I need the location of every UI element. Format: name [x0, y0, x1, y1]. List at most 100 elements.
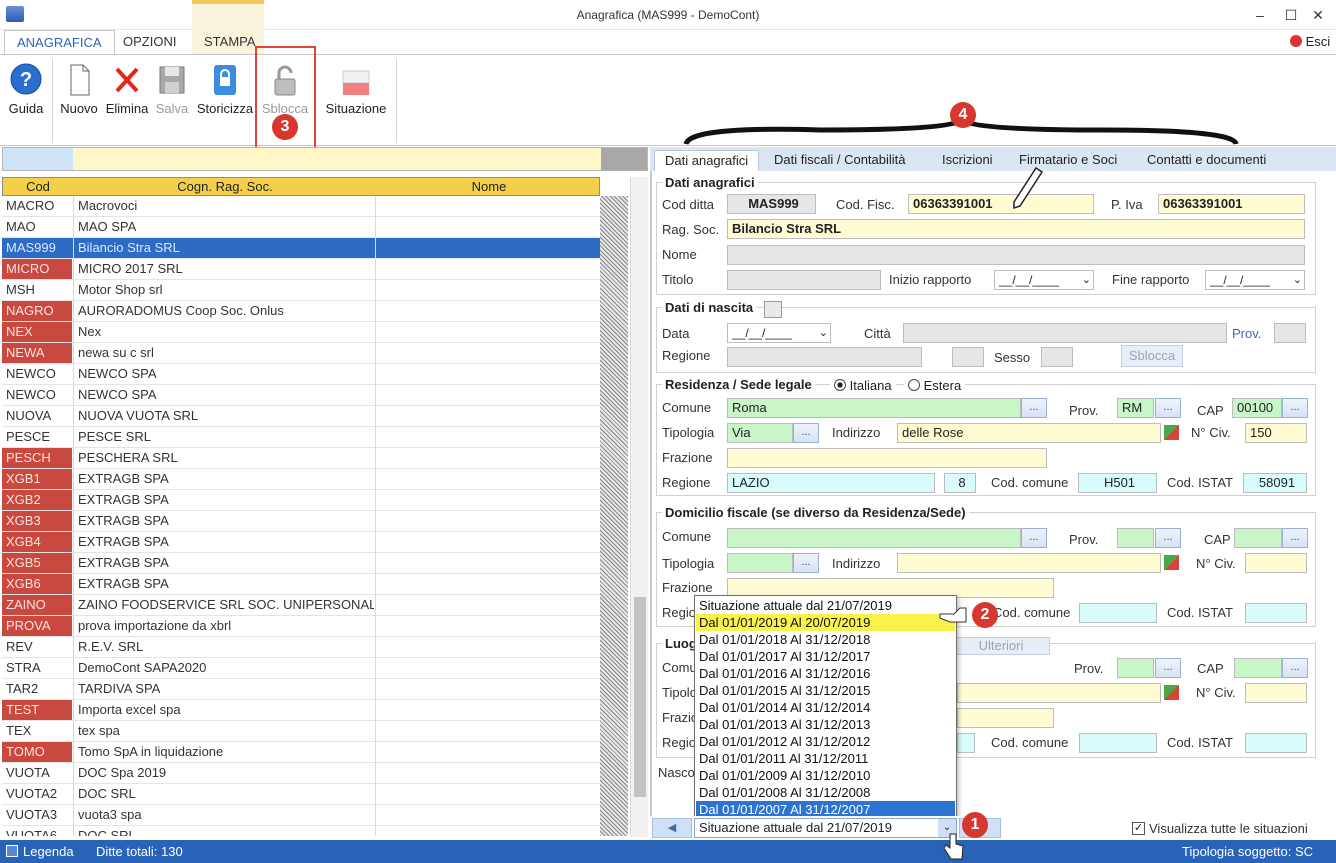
- prev-situation-button[interactable]: ◀: [652, 818, 692, 838]
- table-row[interactable]: VUOTA2 DOC SRL: [2, 784, 600, 805]
- col-nome[interactable]: Nome: [377, 179, 601, 194]
- nuovo-button[interactable]: Nuovo: [58, 63, 100, 116]
- fine-date[interactable]: __/__/____ ⌄: [1205, 270, 1305, 290]
- situazione-option[interactable]: Dal 01/01/2008 Al 31/12/2008: [696, 784, 955, 801]
- situazione-option[interactable]: Dal 01/01/2019 Al 20/07/2019: [696, 614, 955, 631]
- table-row[interactable]: PESCE PESCE SRL: [2, 427, 600, 448]
- dom-cap-field[interactable]: [1234, 528, 1282, 548]
- table-row[interactable]: VUOTA DOC Spa 2019: [2, 763, 600, 784]
- table-row[interactable]: NEWA newa su c srl: [2, 343, 600, 364]
- comune-lookup-button[interactable]: ...: [1021, 398, 1047, 418]
- table-row[interactable]: NEWCO NEWCO SPA: [2, 364, 600, 385]
- grid-scrollbar[interactable]: [630, 177, 648, 837]
- dom-comune-field[interactable]: [727, 528, 1021, 548]
- table-row[interactable]: TEX tex spa: [2, 721, 600, 742]
- citta-field[interactable]: [903, 323, 1227, 343]
- table-row[interactable]: ZAINO ZAINO FOODSERVICE SRL SOC. UNIPERSO…: [2, 595, 600, 616]
- table-row[interactable]: PROVA prova importazione da xbrl: [2, 616, 600, 637]
- cod-fisc-field[interactable]: 06363391001: [908, 194, 1094, 214]
- situazione-button[interactable]: Situazione: [322, 63, 390, 116]
- situazione-option[interactable]: Situazione attuale dal 21/07/2019: [696, 597, 955, 614]
- table-row[interactable]: NEWCO NEWCO SPA: [2, 385, 600, 406]
- radio-italiana[interactable]: Italiana: [830, 378, 896, 393]
- table-row[interactable]: MAO MAO SPA: [2, 217, 600, 238]
- guida-button[interactable]: ? Guida: [6, 63, 46, 116]
- situazione-option[interactable]: Dal 01/01/2011 Al 31/12/2011: [696, 750, 955, 767]
- dom-indirizzo-field[interactable]: [897, 553, 1161, 573]
- tab-dati-anagrafici[interactable]: Dati anagrafici: [654, 150, 760, 171]
- salva-button[interactable]: Salva: [154, 63, 190, 116]
- situazione-combobox[interactable]: Situazione attuale dal 21/07/2019 ⌄: [694, 818, 957, 838]
- storicizza-button[interactable]: Storicizza: [194, 63, 256, 116]
- clipboard-icon[interactable]: [764, 301, 782, 318]
- col-cod[interactable]: Cod: [3, 179, 73, 194]
- table-row[interactable]: MICRO MICRO 2017 SRL: [2, 259, 600, 280]
- situazione-option[interactable]: Dal 01/01/2017 Al 31/12/2017: [696, 648, 955, 665]
- elimina-button[interactable]: Elimina: [104, 63, 150, 116]
- prov-field[interactable]: RM: [1117, 398, 1154, 418]
- map-icon[interactable]: [1164, 555, 1179, 570]
- table-row[interactable]: NAGRO AURORADOMUS Coop Soc. Onlus: [2, 301, 600, 322]
- luogo-prov-field[interactable]: [1117, 658, 1154, 678]
- tab-opzioni[interactable]: OPZIONI: [111, 30, 188, 54]
- prov-lookup-button[interactable]: ...: [1155, 398, 1181, 418]
- table-row[interactable]: TAR2 TARDIVA SPA: [2, 679, 600, 700]
- minimize-button[interactable]: –: [1248, 4, 1272, 26]
- luogo-frazione-field[interactable]: [957, 708, 1054, 728]
- comune-field[interactable]: Roma: [727, 398, 1021, 418]
- sesso-field[interactable]: [1041, 347, 1073, 367]
- dom-civ-field[interactable]: [1245, 553, 1307, 573]
- table-row[interactable]: XGB2 EXTRAGB SPA: [2, 490, 600, 511]
- col-ragsoc[interactable]: Cogn. Rag. Soc.: [75, 179, 375, 194]
- maximize-button[interactable]: ☐: [1279, 4, 1303, 26]
- cap-field[interactable]: 00100: [1232, 398, 1282, 418]
- table-row[interactable]: REV R.E.V. SRL: [2, 637, 600, 658]
- tab-iscrizioni[interactable]: Iscrizioni: [932, 150, 1003, 171]
- luogo-indirizzo-field[interactable]: [957, 683, 1161, 703]
- situazione-option[interactable]: Dal 01/01/2013 Al 31/12/2013: [696, 716, 955, 733]
- situazione-option[interactable]: Dal 01/01/2016 Al 31/12/2016: [696, 665, 955, 682]
- table-row[interactable]: TEST Importa excel spa: [2, 700, 600, 721]
- table-row[interactable]: VUOTA3 vuota3 spa: [2, 805, 600, 826]
- indirizzo-field[interactable]: delle Rose: [897, 423, 1161, 443]
- frazione-field[interactable]: [727, 448, 1047, 468]
- tipologia-field[interactable]: Via: [727, 423, 793, 443]
- tab-contatti[interactable]: Contatti e documenti: [1137, 150, 1276, 171]
- nome-field[interactable]: [727, 245, 1305, 265]
- show-all-checkbox[interactable]: ✓: [1132, 822, 1145, 835]
- table-row[interactable]: MACRO Macrovoci: [2, 196, 600, 217]
- table-row[interactable]: MAS999 Bilancio Stra SRL: [2, 238, 600, 259]
- radio-estera[interactable]: Estera: [904, 378, 966, 393]
- situazione-option[interactable]: Dal 01/01/2012 Al 31/12/2012: [696, 733, 955, 750]
- table-row[interactable]: TOMO Tomo SpA in liquidazione: [2, 742, 600, 763]
- inizio-date[interactable]: __/__/____ ⌄: [994, 270, 1094, 290]
- cap-lookup-button[interactable]: ...: [1282, 398, 1308, 418]
- tab-anagrafica[interactable]: ANAGRAFICA: [4, 30, 115, 54]
- table-row[interactable]: XGB6 EXTRAGB SPA: [2, 574, 600, 595]
- sblocca-nascita-button[interactable]: Sblocca: [1121, 345, 1183, 367]
- table-row[interactable]: VUOTA6 DOC SRL: [2, 826, 600, 836]
- table-row[interactable]: PESCH PESCHERA SRL: [2, 448, 600, 469]
- dom-tipologia-lookup-button[interactable]: ...: [793, 553, 819, 573]
- exit-button[interactable]: Esci: [1290, 34, 1330, 49]
- dom-comune-lookup-button[interactable]: ...: [1021, 528, 1047, 548]
- table-row[interactable]: NEX Nex: [2, 322, 600, 343]
- legend-link[interactable]: Legenda: [23, 844, 74, 859]
- piva-field[interactable]: 06363391001: [1158, 194, 1305, 214]
- luogo-cap-lookup-button[interactable]: ...: [1282, 658, 1308, 678]
- situazione-option[interactable]: Dal 01/01/2009 Al 31/12/2010: [696, 767, 955, 784]
- map-icon[interactable]: [1164, 425, 1179, 440]
- table-row[interactable]: XGB3 EXTRAGB SPA: [2, 511, 600, 532]
- situazione-option[interactable]: Dal 01/01/2018 Al 31/12/2018: [696, 631, 955, 648]
- civ-field[interactable]: 150: [1245, 423, 1307, 443]
- close-button[interactable]: ✕: [1306, 4, 1330, 26]
- dom-prov-lookup-button[interactable]: ...: [1155, 528, 1181, 548]
- table-row[interactable]: XGB5 EXTRAGB SPA: [2, 553, 600, 574]
- situazione-option[interactable]: Dal 01/01/2014 Al 31/12/2014: [696, 699, 955, 716]
- table-row[interactable]: STRA DemoCont SAPA2020: [2, 658, 600, 679]
- prov-nascita-field[interactable]: [1274, 323, 1306, 343]
- table-row[interactable]: XGB4 EXTRAGB SPA: [2, 532, 600, 553]
- luogo-cap-field[interactable]: [1234, 658, 1282, 678]
- ulteriori-button[interactable]: Ulteriori: [952, 637, 1050, 655]
- titolo-field[interactable]: [727, 270, 881, 290]
